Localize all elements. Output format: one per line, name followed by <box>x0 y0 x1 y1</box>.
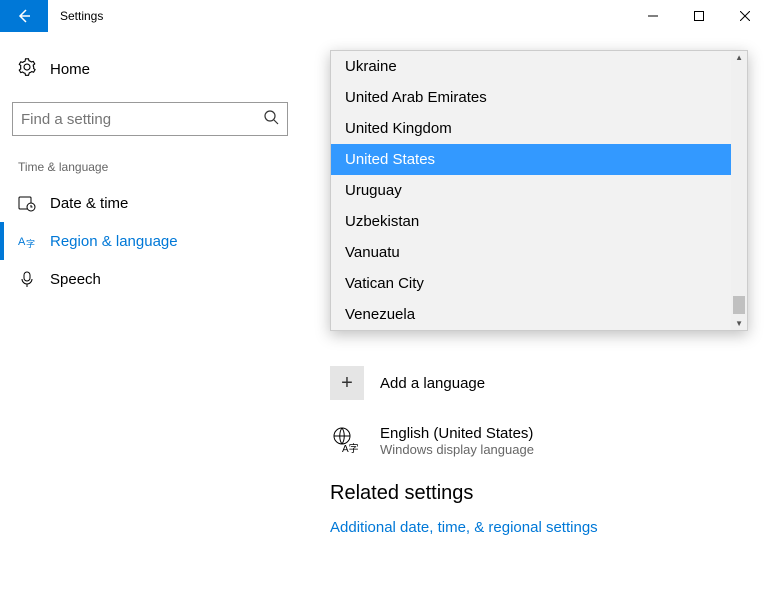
content-area: Home Time & language Date & time A字 Regi… <box>0 32 768 606</box>
dropdown-option[interactable]: Uruguay <box>331 175 747 206</box>
add-language-label: Add a language <box>380 375 485 392</box>
minimize-icon <box>648 11 658 21</box>
dropdown-option[interactable]: United States <box>331 144 747 175</box>
scroll-up-icon[interactable]: ▲ <box>735 53 743 62</box>
dropdown-option[interactable]: Ukraine <box>331 51 747 82</box>
add-language-button[interactable]: + Add a language <box>330 362 744 420</box>
language-subtitle: Windows display language <box>380 442 534 457</box>
dropdown-scrollbar-thumb[interactable] <box>733 296 745 314</box>
related-settings-heading: Related settings <box>330 482 744 505</box>
sidebar-section-label: Time & language <box>12 160 288 184</box>
minimize-button[interactable] <box>630 0 676 32</box>
home-button[interactable]: Home <box>12 52 288 94</box>
sidebar-item-label: Speech <box>50 271 101 288</box>
main-panel: + Add a language A字 English (United Stat… <box>300 32 768 606</box>
svg-text:A字: A字 <box>342 442 359 455</box>
scroll-down-icon[interactable]: ▼ <box>735 319 743 328</box>
titlebar-spacer <box>115 0 630 32</box>
close-icon <box>740 11 750 21</box>
plus-icon: + <box>330 366 364 400</box>
microphone-icon <box>18 270 36 288</box>
sidebar-item-label: Date & time <box>50 195 128 212</box>
dropdown-scrollbar-track[interactable]: ▲ ▼ <box>731 51 747 330</box>
svg-text:A: A <box>18 236 26 248</box>
window-title: Settings <box>48 0 115 32</box>
language-text: English (United States) Windows display … <box>380 425 534 457</box>
svg-text:字: 字 <box>26 238 35 249</box>
main-body: + Add a language A字 English (United Stat… <box>330 362 744 536</box>
search-icon <box>263 109 279 130</box>
titlebar: Settings <box>0 0 768 32</box>
dropdown-option[interactable]: Uzbekistan <box>331 206 747 237</box>
dropdown-option[interactable]: Vanuatu <box>331 237 747 268</box>
close-button[interactable] <box>722 0 768 32</box>
home-label: Home <box>50 61 90 78</box>
sidebar-item-speech[interactable]: Speech <box>12 260 288 298</box>
sidebar-item-date-time[interactable]: Date & time <box>12 184 288 222</box>
dropdown-option[interactable]: Venezuela <box>331 299 747 330</box>
sidebar-item-region-language[interactable]: A字 Region & language <box>12 222 288 260</box>
gear-icon <box>18 58 36 80</box>
sidebar-item-label: Region & language <box>50 233 178 250</box>
search-input[interactable] <box>21 111 263 128</box>
additional-settings-link[interactable]: Additional date, time, & regional settin… <box>330 519 744 536</box>
language-item[interactable]: A字 English (United States) Windows displ… <box>330 420 744 482</box>
language-name: English (United States) <box>380 425 534 442</box>
dropdown-option[interactable]: United Arab Emirates <box>331 82 747 113</box>
dropdown-option[interactable]: United Kingdom <box>331 113 747 144</box>
maximize-icon <box>694 11 704 21</box>
language-globe-icon: A字 <box>330 424 364 458</box>
arrow-left-icon <box>16 8 32 24</box>
dropdown-option[interactable]: Vatican City <box>331 268 747 299</box>
sidebar: Home Time & language Date & time A字 Regi… <box>0 32 300 606</box>
country-region-dropdown[interactable]: UkraineUnited Arab EmiratesUnited Kingdo… <box>330 50 748 331</box>
maximize-button[interactable] <box>676 0 722 32</box>
clock-calendar-icon <box>18 194 36 212</box>
back-button[interactable] <box>0 0 48 32</box>
language-icon: A字 <box>18 232 36 250</box>
search-box[interactable] <box>12 102 288 136</box>
